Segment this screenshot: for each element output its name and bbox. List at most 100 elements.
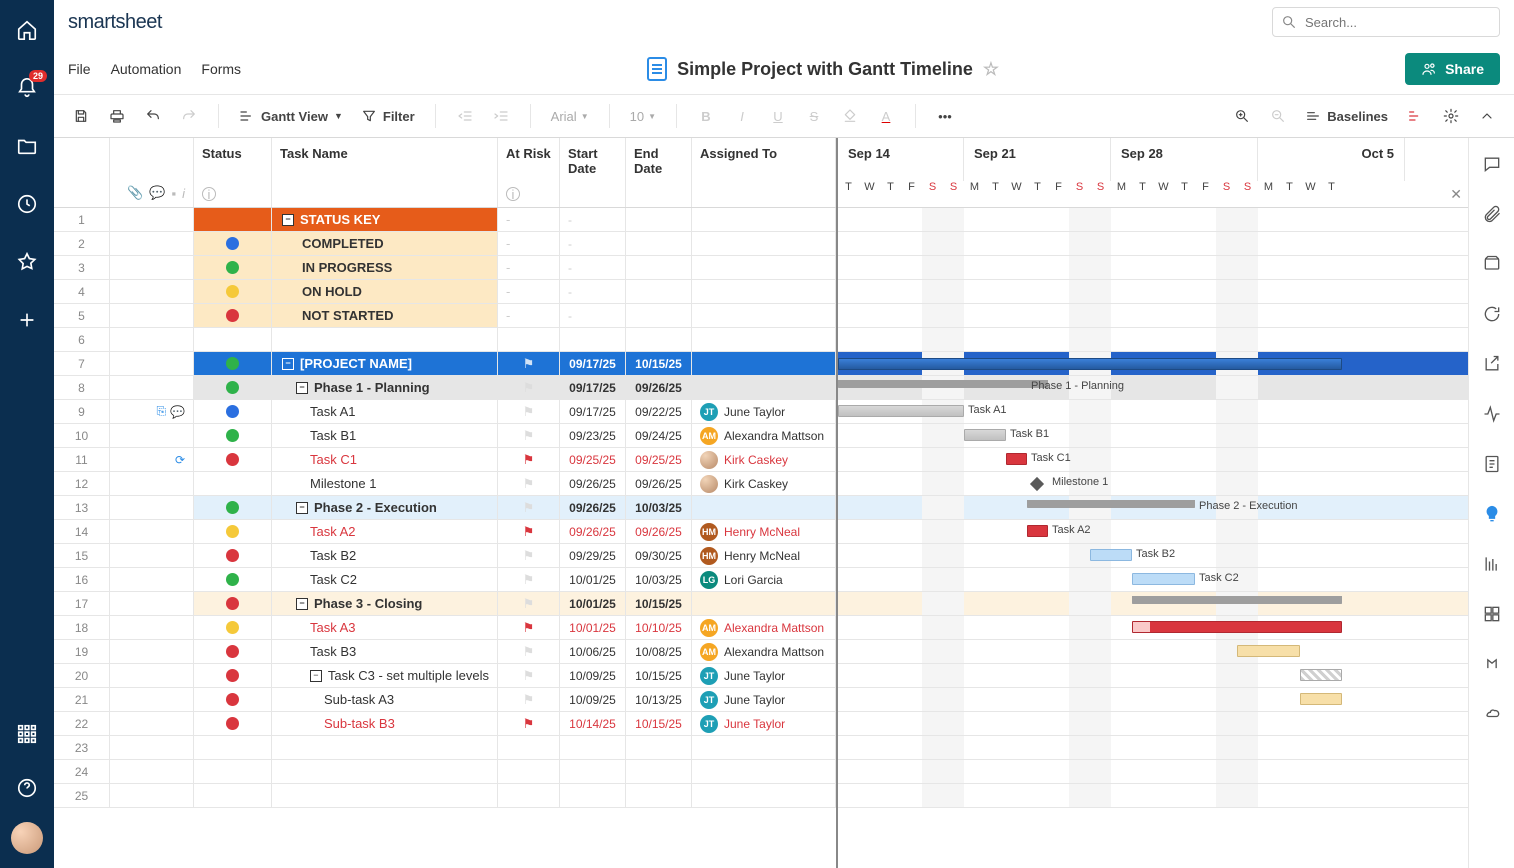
global-search[interactable] [1272, 7, 1500, 37]
gantt-row[interactable] [838, 712, 1468, 736]
gantt-row[interactable] [838, 592, 1468, 616]
grid-row[interactable]: 13−Phase 2 - Execution⚑09/26/2510/03/25 [54, 496, 836, 520]
gantt-bar[interactable] [838, 405, 964, 417]
assignee-cell[interactable]: AMAlexandra Mattson [692, 616, 836, 639]
grid-row[interactable]: 25 [54, 784, 836, 808]
row-number[interactable]: 11 [54, 448, 110, 471]
start-date-cell[interactable]: 09/29/25 [560, 544, 626, 567]
gantt-row[interactable] [838, 760, 1468, 784]
status-cell[interactable] [194, 208, 272, 231]
status-cell[interactable] [194, 544, 272, 567]
gantt-row[interactable] [838, 736, 1468, 760]
gantt-row[interactable]: Task B1 [838, 424, 1468, 448]
status-cell[interactable] [194, 448, 272, 471]
gantt-bar[interactable] [1132, 573, 1195, 585]
gantt-row[interactable] [838, 784, 1468, 808]
task-cell[interactable]: Milestone 1 [272, 472, 498, 495]
assignee-cell[interactable] [692, 496, 836, 519]
gantt-row[interactable] [838, 616, 1468, 640]
start-date-cell[interactable]: - [560, 232, 626, 255]
task-cell[interactable]: Sub-task A3 [272, 688, 498, 711]
row-number[interactable]: 17 [54, 592, 110, 615]
undo-icon[interactable] [138, 101, 168, 131]
proofs-icon[interactable] [1476, 248, 1508, 280]
risk-cell[interactable]: ⚑ [498, 688, 560, 711]
grid-row[interactable]: 4ON HOLD-- [54, 280, 836, 304]
search-input[interactable] [1303, 14, 1491, 31]
gantt-close-icon[interactable]: ✕ [1450, 186, 1462, 203]
gantt-row[interactable]: Task A1 [838, 400, 1468, 424]
collapse-toggle-icon[interactable]: − [282, 214, 294, 226]
favorite-star-icon[interactable]: ☆ [983, 59, 999, 80]
task-cell[interactable]: NOT STARTED [272, 304, 498, 327]
assignee-cell[interactable] [692, 760, 836, 783]
collapse-toggle-icon[interactable]: − [296, 502, 308, 514]
gantt-row[interactable] [838, 640, 1468, 664]
home-icon[interactable] [7, 10, 47, 50]
task-cell[interactable]: IN PROGRESS [272, 256, 498, 279]
start-date-cell[interactable]: 09/26/25 [560, 520, 626, 543]
gantt-row[interactable]: Phase 1 - Planning [838, 376, 1468, 400]
task-cell[interactable] [272, 784, 498, 807]
view-switcher[interactable]: Gantt View ▼ [233, 101, 349, 131]
risk-cell[interactable]: ⚑ [498, 616, 560, 639]
end-date-cell[interactable]: 10/08/25 [626, 640, 692, 663]
assignee-cell[interactable] [692, 376, 836, 399]
assignee-cell[interactable]: JTJune Taylor [692, 712, 836, 735]
indent-icon[interactable] [486, 101, 516, 131]
row-number[interactable]: 24 [54, 760, 110, 783]
activity-log-icon[interactable] [1476, 398, 1508, 430]
task-cell[interactable]: Task B1 [272, 424, 498, 447]
browse-icon[interactable] [7, 126, 47, 166]
attachments-icon[interactable] [1476, 198, 1508, 230]
summary-icon[interactable] [1476, 448, 1508, 480]
fill-color-icon[interactable] [835, 101, 865, 131]
status-cell[interactable] [194, 232, 272, 255]
status-cell[interactable] [194, 616, 272, 639]
assignee-cell[interactable]: HMHenry McNeal [692, 520, 836, 543]
gantt-bar[interactable] [1300, 669, 1342, 681]
row-number[interactable]: 19 [54, 640, 110, 663]
grid-row[interactable]: 11⟳Task C1⚑09/25/2509/25/25Kirk Caskey [54, 448, 836, 472]
end-date-cell[interactable]: 10/15/25 [626, 352, 692, 375]
assignee-cell[interactable]: JTJune Taylor [692, 688, 836, 711]
status-cell[interactable] [194, 280, 272, 303]
grid-row[interactable]: 14Task A2⚑09/26/2509/26/25HMHenry McNeal [54, 520, 836, 544]
end-date-cell[interactable]: 10/13/25 [626, 688, 692, 711]
grid-row[interactable]: 23 [54, 736, 836, 760]
task-cell[interactable]: Sub-task B3 [272, 712, 498, 735]
row-number[interactable]: 12 [54, 472, 110, 495]
risk-cell[interactable]: - [498, 208, 560, 231]
assignee-cell[interactable]: AMAlexandra Mattson [692, 640, 836, 663]
grid-row[interactable]: 12Milestone 1⚑09/26/2509/26/25Kirk Caske… [54, 472, 836, 496]
end-date-cell[interactable] [626, 736, 692, 759]
gantt-row[interactable] [838, 280, 1468, 304]
end-date-cell[interactable]: 10/15/25 [626, 592, 692, 615]
status-cell[interactable] [194, 784, 272, 807]
attachment-icon[interactable]: ⎘ [156, 404, 166, 419]
gantt-row[interactable] [838, 688, 1468, 712]
task-cell[interactable]: −Task C3 - set multiple levels [272, 664, 498, 687]
expand-chevron-icon[interactable] [1472, 101, 1502, 131]
risk-cell[interactable]: ⚑ [498, 544, 560, 567]
start-date-cell[interactable]: 10/14/25 [560, 712, 626, 735]
create-icon[interactable] [7, 300, 47, 340]
task-cell[interactable] [272, 760, 498, 783]
gantt-row[interactable]: Task C1 [838, 448, 1468, 472]
task-cell[interactable]: Task C2 [272, 568, 498, 591]
risk-cell[interactable]: ⚑ [498, 448, 560, 471]
risk-cell[interactable]: ⚑ [498, 568, 560, 591]
strike-icon[interactable]: S [799, 101, 829, 131]
start-date-cell[interactable]: 09/26/25 [560, 496, 626, 519]
start-date-cell[interactable]: 09/17/25 [560, 400, 626, 423]
collapse-toggle-icon[interactable]: − [296, 598, 308, 610]
end-date-cell[interactable]: 09/24/25 [626, 424, 692, 447]
grid-row[interactable]: 7−[PROJECT NAME]⚑09/17/2510/15/25 [54, 352, 836, 376]
end-date-cell[interactable]: 09/26/25 [626, 376, 692, 399]
task-cell[interactable]: −[PROJECT NAME] [272, 352, 498, 375]
grid-row[interactable]: 8−Phase 1 - Planning⚑09/17/2509/26/25 [54, 376, 836, 400]
gantt-row[interactable] [838, 328, 1468, 352]
grid-row[interactable]: 1−STATUS KEY-- [54, 208, 836, 232]
col-status[interactable]: Statusi [194, 138, 272, 207]
status-cell[interactable] [194, 736, 272, 759]
